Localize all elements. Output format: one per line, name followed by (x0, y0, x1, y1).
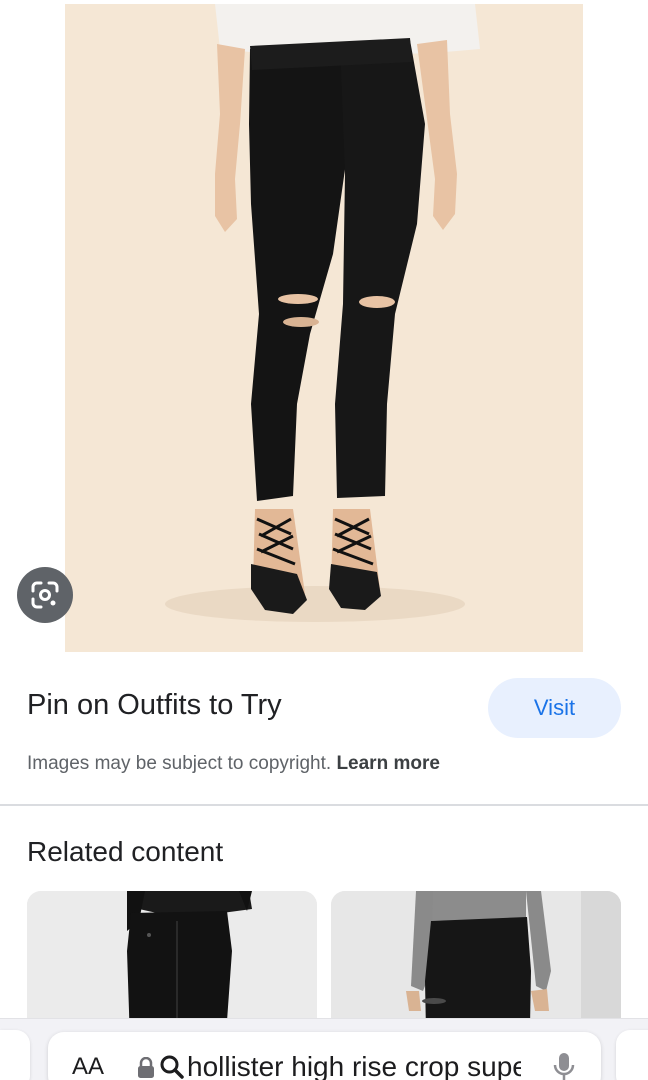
microphone-icon[interactable] (552, 1052, 576, 1080)
related-content-heading: Related content (27, 836, 224, 867)
learn-more-link[interactable]: Learn more (336, 753, 439, 774)
section-divider (0, 804, 648, 806)
address-text[interactable]: hollister high rise crop super skinny je… (187, 1051, 521, 1080)
search-icon (159, 1054, 185, 1080)
previous-tab-edge[interactable] (0, 1030, 30, 1080)
copyright-notice: Images may be subject to copyright. Lear… (27, 753, 440, 775)
lock-icon (137, 1056, 155, 1079)
visit-button[interactable]: Visit (488, 678, 621, 738)
next-tab-edge[interactable] (616, 1030, 648, 1080)
google-lens-icon[interactable] (17, 567, 73, 623)
product-photo[interactable] (65, 4, 583, 652)
image-preview (0, 0, 648, 652)
text-size-button[interactable]: AA (72, 1053, 104, 1080)
copyright-text: Images may be subject to copyright. (27, 753, 332, 774)
result-title[interactable]: Pin on Outfits to Try (27, 689, 282, 722)
